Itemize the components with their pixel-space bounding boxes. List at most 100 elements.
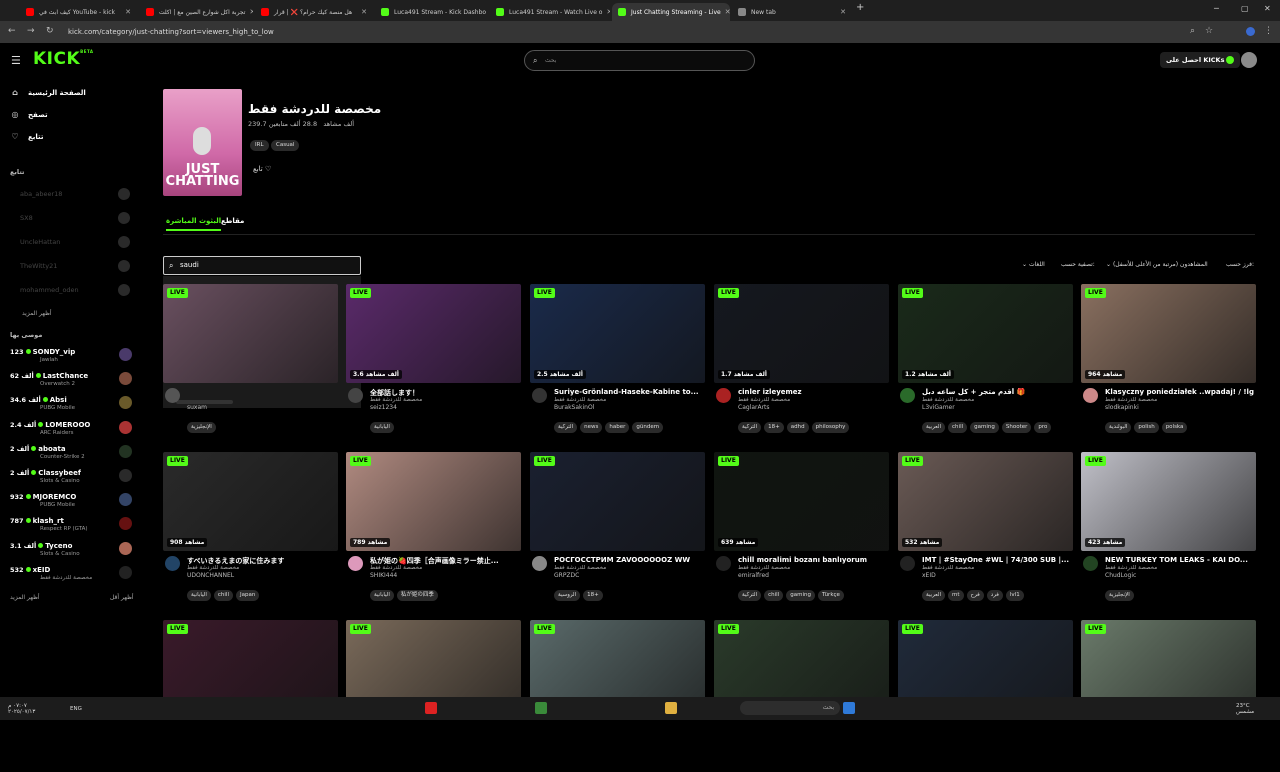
stream-card[interactable]: LIVE suxam الإنجليزية bbox=[163, 284, 338, 436]
stream-tag[interactable]: التركية bbox=[738, 590, 762, 601]
get-kicks-button[interactable]: احصل على KICKs bbox=[1160, 52, 1241, 68]
stream-card[interactable]: LIVE 789 مشاهد 私が姫の🍓四季［合声画像ミラー禁止... مخصصة ل… bbox=[346, 452, 521, 604]
stream-title[interactable]: cinler izleyemez bbox=[738, 388, 888, 396]
stream-category[interactable]: مخصصة للدردشة فقط bbox=[1105, 397, 1157, 403]
recommended-item[interactable]: 2.4 ألف LOMEROOO ARC Raiders bbox=[10, 420, 132, 442]
stream-tag[interactable]: 私が姫の四季 bbox=[396, 590, 438, 601]
language-indicator[interactable]: ENG bbox=[70, 706, 82, 712]
stream-card[interactable]: LIVE 908 مشاهد すべいきるえまの家に住みます مخصصة للدردشة… bbox=[163, 452, 338, 604]
stream-tag[interactable]: adhd bbox=[786, 422, 809, 433]
close-tab-icon[interactable]: ✕ bbox=[121, 8, 131, 16]
recommended-item[interactable]: 62 ألف LastChance Overwatch 2 bbox=[10, 371, 132, 393]
recommended-item[interactable]: 2 ألف Classybeef Slots & Casino bbox=[10, 468, 132, 490]
follow-category-button[interactable]: تابع ♡ bbox=[253, 165, 271, 173]
stream-card[interactable]: LIVE 3.6 ألف مشاهد 全部話します！ مخصصة للدردشة فق… bbox=[346, 284, 521, 436]
streamer-avatar[interactable] bbox=[348, 388, 363, 403]
stream-thumbnail[interactable]: LIVE 789 مشاهد bbox=[346, 452, 521, 551]
recommended-item[interactable]: 787 klash_rt Respect RP (GTA) bbox=[10, 516, 132, 538]
stream-tag[interactable]: news bbox=[580, 422, 603, 433]
streamer-avatar[interactable] bbox=[165, 556, 180, 571]
zoom-icon[interactable]: ⌕ bbox=[1190, 26, 1195, 36]
browser-tab[interactable]: Luca491 Stream - Kick Dashbo✕ bbox=[375, 3, 488, 21]
reload-icon[interactable]: ↻ bbox=[46, 26, 54, 36]
stream-tag[interactable]: 18+ bbox=[764, 422, 784, 433]
stream-thumbnail[interactable]: LIVE 908 مشاهد bbox=[163, 452, 338, 551]
streamer-name[interactable]: seiz1234 bbox=[370, 404, 397, 411]
taskbar-search[interactable]: بحث bbox=[740, 701, 840, 715]
streamer-avatar[interactable] bbox=[532, 388, 547, 403]
stream-card[interactable]: LIVE bbox=[1081, 620, 1256, 772]
streamer-name[interactable]: CaglarArts bbox=[738, 404, 770, 411]
file-explorer-icon[interactable] bbox=[665, 702, 677, 714]
stream-card[interactable]: LIVE 1.2 ألف مشاهد أقدم متجر + كل ساعه دبل… bbox=[898, 284, 1073, 436]
category-tag-casual[interactable]: Casual bbox=[271, 140, 300, 151]
browser-tab[interactable]: كيف ابث في YouTube - kick ✕ bbox=[20, 3, 137, 21]
stream-thumbnail[interactable]: LIVE 964 مشاهد bbox=[1081, 284, 1256, 383]
streamer-name[interactable]: L3viGamer bbox=[922, 404, 955, 411]
close-tab-icon[interactable]: ✕ bbox=[357, 8, 367, 16]
streamer-avatar[interactable] bbox=[716, 556, 731, 571]
streamer-name[interactable]: SHIKI444 bbox=[370, 572, 397, 579]
stream-tag[interactable]: فرد bbox=[986, 590, 1003, 601]
streamer-avatar[interactable] bbox=[1083, 388, 1098, 403]
kick-logo[interactable]: KICKBETA bbox=[33, 49, 93, 69]
stream-card[interactable]: LIVE bbox=[530, 620, 705, 772]
stream-tag[interactable]: الروسية bbox=[554, 590, 581, 601]
stream-tag[interactable]: 18+ bbox=[583, 590, 603, 601]
stream-title[interactable]: Suriye-Grönland-Haseke-Kabine to... bbox=[554, 388, 704, 396]
stream-tag[interactable]: mt bbox=[948, 590, 964, 601]
site-search-input[interactable]: ⌕ بحث bbox=[524, 50, 755, 71]
app-icon[interactable] bbox=[425, 702, 437, 714]
recommended-item[interactable]: 2 ألف aboata Counter-Strike 2 bbox=[10, 444, 132, 466]
stream-tag[interactable]: العربية bbox=[922, 590, 946, 601]
following-item[interactable]: UncleHattan bbox=[20, 236, 130, 248]
stream-thumbnail[interactable]: LIVE 2.5 ألف مشاهد bbox=[530, 284, 705, 383]
stream-tag[interactable]: البولندية bbox=[1105, 422, 1132, 433]
following-item[interactable]: TheWitty21 bbox=[20, 260, 130, 272]
stream-category[interactable]: مخصصة للدردشة فقط bbox=[554, 397, 606, 403]
stream-thumbnail[interactable]: LIVE 1.2 ألف مشاهد bbox=[898, 284, 1073, 383]
close-tab-icon[interactable]: ✕ bbox=[486, 8, 488, 16]
stream-tag[interactable]: Japan bbox=[236, 590, 260, 601]
stream-card[interactable]: LIVE bbox=[714, 620, 889, 772]
stream-card[interactable]: LIVE 532 مشاهد IMT | #StayOne #WL | 74/300… bbox=[898, 452, 1073, 604]
stream-title[interactable]: chill moralimi bozanı banlıyorum bbox=[738, 556, 888, 564]
streamer-avatar[interactable] bbox=[716, 388, 731, 403]
stream-card[interactable]: LIVE 964 مشاهد Klasyczny poniedziałek ..wp… bbox=[1081, 284, 1256, 436]
stream-thumbnail[interactable]: LIVE bbox=[530, 452, 705, 551]
show-more-following[interactable]: أظهر المزيد bbox=[22, 310, 52, 317]
streamer-avatar[interactable] bbox=[900, 388, 915, 403]
close-tab-icon[interactable]: ✕ bbox=[836, 8, 846, 16]
languages-filter[interactable]: ⌄ اللغات bbox=[1022, 261, 1045, 268]
streamer-name[interactable]: ChudLogic bbox=[1105, 572, 1136, 579]
close-tab-icon[interactable]: ✕ bbox=[245, 8, 253, 16]
stream-card[interactable]: LIVE 2.5 ألف مشاهد Suriye-Grönland-Haseke-… bbox=[530, 284, 705, 436]
stream-tag[interactable]: gaming bbox=[970, 422, 999, 433]
stream-card[interactable]: LIVE bbox=[346, 620, 521, 772]
stream-card[interactable]: LIVE РОСГОССТРИМ ZAVOOOOOOZ WW مخصصة للدرد… bbox=[530, 452, 705, 604]
stream-thumbnail[interactable]: LIVE 3.6 ألف مشاهد bbox=[346, 284, 521, 383]
stream-tag[interactable]: اليابانية bbox=[370, 590, 394, 601]
recommended-item[interactable]: 932 MJOREMCO PUBG Mobile bbox=[10, 492, 132, 514]
sidebar-nav-item[interactable]: ♡ تتابع bbox=[10, 132, 43, 141]
category-tag-irl[interactable]: IRL bbox=[250, 140, 269, 151]
stream-tag[interactable]: gündem bbox=[632, 422, 664, 433]
stream-tag[interactable]: اليابانية bbox=[187, 590, 211, 601]
recommended-item[interactable]: 34.6 ألف Absi PUBG Mobile bbox=[10, 395, 132, 417]
stream-card[interactable]: LIVE 1.7 ألف مشاهد cinler izleyemez مخصصة ل… bbox=[714, 284, 889, 436]
streamer-avatar[interactable] bbox=[900, 556, 915, 571]
streamer-name[interactable]: emiralfred bbox=[738, 572, 769, 579]
browser-tab[interactable]: New tab ✕ bbox=[732, 3, 852, 21]
close-tab-icon[interactable]: ✕ bbox=[721, 8, 730, 16]
maximize-icon[interactable]: ▢ bbox=[1241, 4, 1249, 13]
stream-thumbnail[interactable]: LIVE 639 مشاهد bbox=[714, 452, 889, 551]
stream-tag[interactable]: التركية bbox=[554, 422, 578, 433]
chrome-icon[interactable] bbox=[535, 702, 547, 714]
stream-thumbnail[interactable]: LIVE 1.7 ألف مشاهد bbox=[714, 284, 889, 383]
user-avatar[interactable] bbox=[1241, 52, 1257, 68]
streamer-avatar[interactable] bbox=[165, 388, 180, 403]
stream-title[interactable]: NEW TURKEY TOM LEAKS - KAI DO... bbox=[1105, 556, 1255, 564]
tab-live-streams[interactable]: البثوث المباشرة bbox=[166, 217, 222, 231]
stream-tag[interactable]: اليابانية bbox=[370, 422, 394, 433]
recommended-item[interactable]: 532 xEID مخصصة للدردشة فقط bbox=[10, 565, 132, 587]
